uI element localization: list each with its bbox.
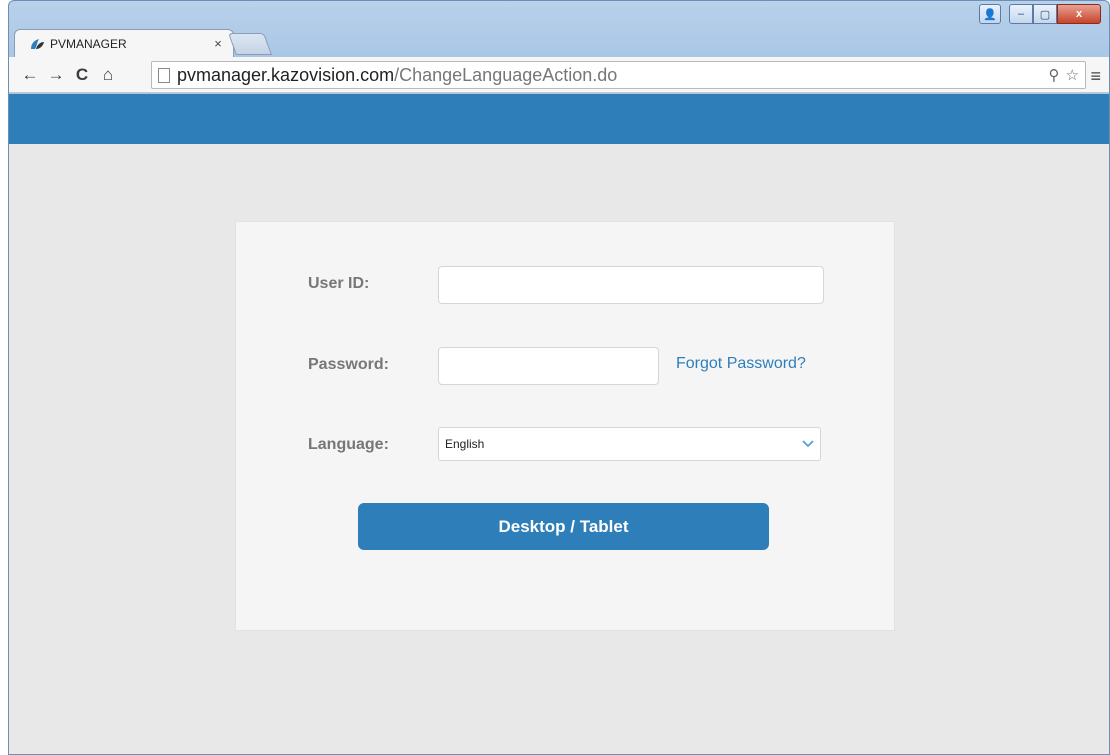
forward-icon[interactable]: → [43,65,69,85]
user-id-label: User ID: [308,275,370,292]
desktop-tablet-button[interactable]: Desktop / Tablet [358,503,769,550]
window-controls: 👤 – ▢ x [979,4,1101,24]
user-profile-icon[interactable]: 👤 [979,4,1001,24]
language-label: Language: [308,436,389,453]
page-viewport: User ID: Password: Forgot Password? Lang… [9,94,1109,754]
bookmark-star-icon[interactable]: ☆ [1066,66,1079,84]
reload-icon[interactable]: C [69,65,95,85]
page-icon [158,67,170,83]
browser-tab[interactable]: PVMANAGER × [14,29,234,57]
user-id-input[interactable] [438,266,824,304]
pvmanager-logo-icon [31,38,44,49]
forgot-password-link[interactable]: Forgot Password? [676,355,806,373]
minimize-button[interactable]: – [1009,4,1033,24]
close-window-button[interactable]: x [1057,4,1101,24]
tab-close-icon[interactable]: × [211,36,225,51]
header-banner [9,94,1109,144]
new-tab-button[interactable] [227,33,273,55]
tab-title: PVMANAGER [50,36,127,51]
back-icon[interactable]: ← [17,65,43,85]
maximize-button[interactable]: ▢ [1033,4,1057,24]
address-bar[interactable]: pvmanager.kazovision.com/ChangeLanguageA… [151,61,1086,89]
home-icon[interactable]: ⌂ [95,65,121,85]
url-path: /ChangeLanguageAction.do [394,64,618,85]
url-host: pvmanager.kazovision.com [177,64,395,85]
key-icon[interactable]: ⚲ [1049,66,1060,84]
password-label: Password: [308,356,389,373]
menu-icon[interactable]: ≡ [1090,66,1101,87]
browser-toolbar: ← → C ⌂ pvmanager.kazovision.com/ChangeL… [9,57,1109,93]
language-select[interactable]: English [438,427,821,461]
language-selected-value: English [445,437,485,451]
login-card: User ID: Password: Forgot Password? Lang… [235,221,895,631]
chevron-down-icon [802,440,814,448]
password-input[interactable] [438,347,659,385]
